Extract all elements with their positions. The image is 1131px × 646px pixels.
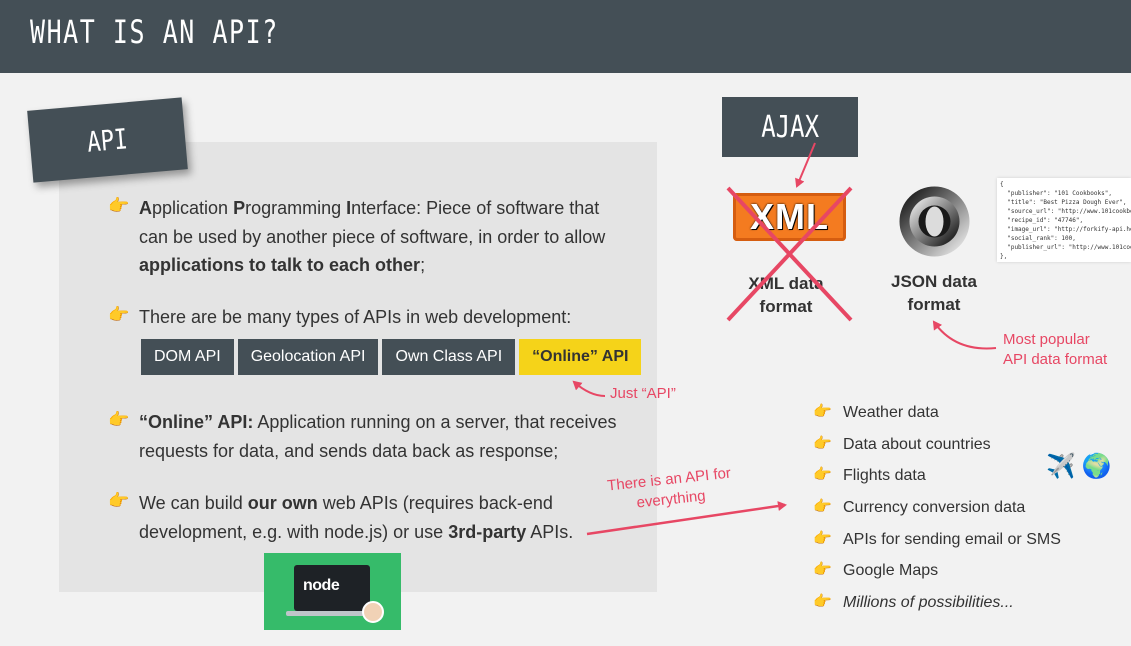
- arrow-ajax-to-xml: [795, 142, 816, 188]
- arrow-most-popular: [932, 320, 997, 350]
- arrow-just-api: [572, 380, 606, 397]
- annotation-overlay: [572, 142, 997, 536]
- arrow-to-api-list: [586, 501, 787, 536]
